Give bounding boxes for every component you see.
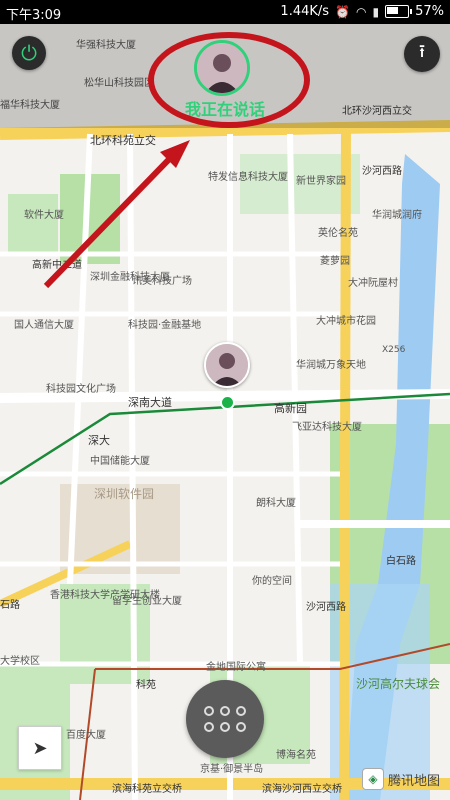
map-label-shahexi-road: 沙河西路 bbox=[362, 164, 402, 177]
map-label-dachong-ct: 大冲城市花园 bbox=[316, 314, 376, 327]
map-label-kejibei: 北环科苑立交 bbox=[90, 133, 156, 147]
menu-fab[interactable] bbox=[186, 680, 264, 758]
map-label-ruanjian: 软件大厦 bbox=[24, 208, 64, 221]
power-button[interactable]: ⏻ bbox=[12, 36, 46, 70]
map-avatar-image bbox=[206, 344, 248, 386]
map-label-huaqiang: 华强科技大厦 bbox=[76, 38, 136, 51]
map-brand-text: 腾讯地图 bbox=[388, 773, 441, 789]
map-label-feiyada: 飞亚达科技大厦 bbox=[292, 420, 362, 433]
power-icon: ⏻ bbox=[21, 41, 37, 65]
map-label-zhongguo-chuneng: 中国储能大厦 bbox=[90, 454, 150, 467]
map-label-huachengyuan: 华润城润府 bbox=[372, 208, 422, 221]
menu-dot-icon bbox=[220, 722, 230, 732]
map-label-ruanjianyuan: 深圳软件园 bbox=[94, 487, 154, 501]
annotation-red-ellipse bbox=[148, 32, 310, 128]
map-label-nide-kongjian: 你的空间 bbox=[252, 574, 292, 587]
wifi-icon: ◠ bbox=[356, 4, 367, 19]
upload-to-top-icon: ⭱ bbox=[418, 41, 426, 62]
map-user-avatar[interactable] bbox=[204, 342, 250, 388]
menu-dot-icon bbox=[204, 722, 214, 732]
locate-button[interactable]: ➤ bbox=[18, 726, 62, 770]
signal-icon: ▮ bbox=[372, 4, 380, 19]
menu-dot-icon bbox=[236, 706, 246, 716]
map-label-liuxuesheng: 留学生创业大厦 bbox=[112, 594, 182, 607]
upload-button[interactable]: ⭱ bbox=[404, 36, 440, 72]
menu-dot-icon bbox=[204, 706, 214, 716]
map-label-guoren: 国人通信大厦 bbox=[14, 318, 74, 331]
map-label-jindi-gongyu: 金地国际公寓 bbox=[206, 660, 266, 673]
status-bar: 下午3:09 1.44K/s ⏰ ◠ ▮ 57% bbox=[0, 0, 450, 24]
map-label-songhua: 松华山科技园区 bbox=[84, 76, 154, 89]
user-location-dot bbox=[220, 395, 235, 410]
map-label-boyi: 博海名苑 bbox=[276, 748, 316, 761]
map-label-shahexi2: 沙河西路 bbox=[306, 600, 346, 613]
map-label-xinshijie: 新世界家园 bbox=[296, 174, 346, 187]
map-label-tefa: 特发信息科技大厦 bbox=[208, 170, 288, 183]
map-brand: ◈ 腾讯地图 bbox=[362, 768, 440, 790]
map-label-binhai-keyuan: 滨海科苑立交桥 bbox=[112, 782, 182, 795]
map-label-xunmei: 讯美科技广场 bbox=[132, 274, 192, 287]
menu-dot-icon bbox=[220, 706, 230, 716]
map-label-gaoxinyuan: 高新园 bbox=[274, 401, 307, 415]
map-label-yingguang: 英伦名苑 bbox=[318, 226, 358, 239]
status-right: 1.44K/s ⏰ ◠ ▮ 57% bbox=[280, 4, 444, 19]
map-label-langke: 朗科大厦 bbox=[256, 496, 296, 509]
map-label-shennan: 深南大道 bbox=[128, 395, 172, 409]
map-label-fuhua: 福华科技大厦 bbox=[0, 98, 60, 111]
map-label-kejiyuan-jd: 科技园·金融基地 bbox=[128, 318, 201, 331]
map-label-shenda: 深大 bbox=[88, 433, 110, 447]
map-label-shaheer: 沙河高尔夫球会 bbox=[356, 676, 440, 691]
map-label-beihuan-he: 北环沙河西立交 bbox=[342, 104, 412, 117]
battery-percent: 57% bbox=[415, 4, 444, 19]
map-label-baishi-road: 白石路 bbox=[386, 554, 416, 567]
alarm-icon: ⏰ bbox=[335, 4, 350, 19]
map-label-kejiyuan-wh: 科技园文化广场 bbox=[46, 382, 116, 395]
locate-arrow-icon: ➤ bbox=[32, 737, 48, 759]
map-label-jingdi: 京基·御景半岛 bbox=[200, 762, 263, 775]
map-label-kejiyuan-metro: 科苑 bbox=[136, 678, 156, 691]
map-label-lingyun: 菱萝园 bbox=[320, 255, 350, 267]
map-label-binhai-shahe: 滨海沙河西立交桥 bbox=[262, 782, 342, 795]
map-logo-icon: ◈ bbox=[362, 768, 384, 790]
map-label-shenda-xiaoqu: 大学校区 bbox=[0, 654, 40, 667]
map-label-x256: X256 bbox=[382, 345, 406, 355]
network-speed: 1.44K/s bbox=[280, 4, 330, 19]
map-label-shida: 石路 bbox=[0, 598, 20, 611]
map-label-dacheng: 大冲阮屋村 bbox=[348, 276, 398, 289]
map-label-huarun-mall: 华润城万象天地 bbox=[296, 358, 366, 371]
battery-icon bbox=[385, 5, 413, 18]
status-time: 下午3:09 bbox=[6, 8, 62, 23]
map-label-gaoxinzhong: 高新中二道 bbox=[32, 258, 82, 271]
menu-dot-icon bbox=[236, 722, 246, 732]
map-label-yiqu: 百度大厦 bbox=[66, 728, 106, 741]
